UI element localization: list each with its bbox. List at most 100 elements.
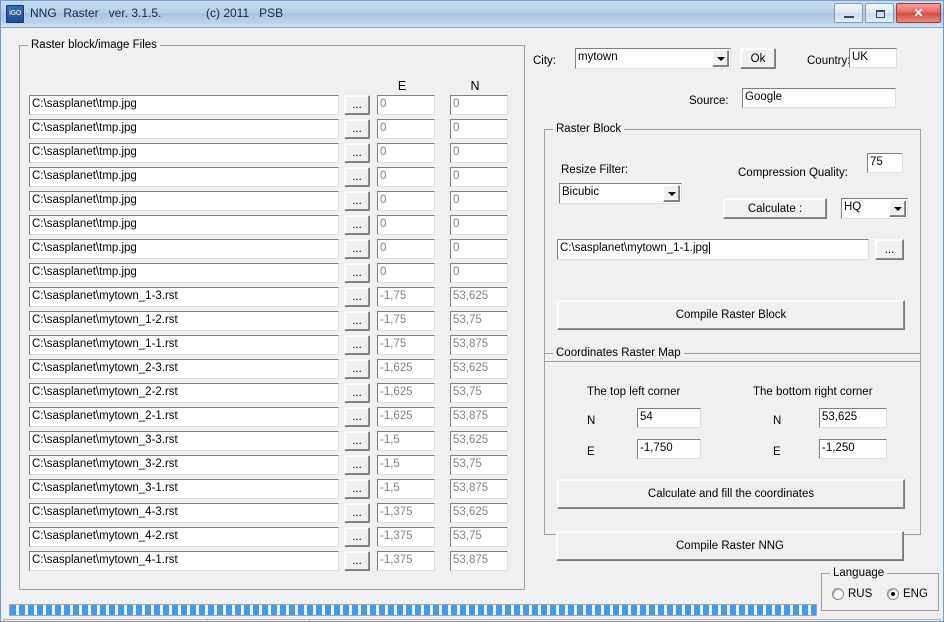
file-north-input[interactable]: 53,625	[450, 287, 508, 307]
file-east-input[interactable]: -1,5	[377, 479, 435, 499]
file-path-input[interactable]: C:\sasplanet\mytown_3-3.rst	[29, 431, 339, 451]
file-north-input[interactable]: 53,75	[450, 383, 508, 403]
file-east-input[interactable]: -1,375	[377, 551, 435, 571]
file-browse-button[interactable]: ...	[344, 215, 370, 235]
file-east-input[interactable]: 0	[377, 95, 435, 115]
bottom-right-e-input[interactable]: -1,250	[819, 439, 887, 459]
top-left-n-input[interactable]: 54	[637, 408, 701, 428]
file-browse-button[interactable]: ...	[344, 335, 370, 355]
file-north-input[interactable]: 53,625	[450, 431, 508, 451]
file-east-input[interactable]: -1,625	[377, 383, 435, 403]
file-browse-button[interactable]: ...	[344, 311, 370, 331]
file-browse-button[interactable]: ...	[344, 503, 370, 523]
file-east-input[interactable]: 0	[377, 239, 435, 259]
file-browse-button[interactable]: ...	[344, 359, 370, 379]
file-north-input[interactable]: 0	[450, 95, 508, 115]
file-browse-button[interactable]: ...	[344, 407, 370, 427]
file-north-input[interactable]: 53,875	[450, 551, 508, 571]
file-path-input[interactable]: C:\sasplanet\tmp.jpg	[29, 191, 339, 211]
file-path-input[interactable]: C:\sasplanet\mytown_4-1.rst	[29, 551, 339, 571]
maximize-button[interactable]	[865, 3, 894, 23]
file-north-input[interactable]: 0	[450, 119, 508, 139]
file-path-input[interactable]: C:\sasplanet\tmp.jpg	[29, 263, 339, 283]
file-browse-button[interactable]: ...	[344, 143, 370, 163]
file-path-input[interactable]: C:\sasplanet\tmp.jpg	[29, 167, 339, 187]
compression-quality-input[interactable]: 75	[867, 153, 903, 173]
file-browse-button[interactable]: ...	[344, 551, 370, 571]
file-path-input[interactable]: C:\sasplanet\mytown_1-1.rst	[29, 335, 339, 355]
file-north-input[interactable]: 0	[450, 263, 508, 283]
file-path-input[interactable]: C:\sasplanet\tmp.jpg	[29, 239, 339, 259]
file-browse-button[interactable]: ...	[344, 527, 370, 547]
minimize-button[interactable]	[834, 3, 863, 23]
file-east-input[interactable]: 0	[377, 143, 435, 163]
file-browse-button[interactable]: ...	[344, 479, 370, 499]
file-east-input[interactable]: -1,75	[377, 287, 435, 307]
file-north-input[interactable]: 0	[450, 191, 508, 211]
calculate-button[interactable]: Calculate :	[723, 198, 827, 219]
calculate-and-fill-button[interactable]: Calculate and fill the coordinates	[557, 479, 905, 509]
file-path-input[interactable]: C:\sasplanet\mytown_1-2.rst	[29, 311, 339, 331]
file-path-input[interactable]: C:\sasplanet\mytown_3-1.rst	[29, 479, 339, 499]
file-east-input[interactable]: -1,375	[377, 503, 435, 523]
file-east-input[interactable]: -1,5	[377, 455, 435, 475]
file-north-input[interactable]: 0	[450, 143, 508, 163]
file-north-input[interactable]: 0	[450, 239, 508, 259]
file-north-input[interactable]: 0	[450, 167, 508, 187]
file-path-input[interactable]: C:\sasplanet\mytown_1-3.rst	[29, 287, 339, 307]
compile-raster-block-button[interactable]: Compile Raster Block	[557, 300, 905, 330]
file-path-input[interactable]: C:\sasplanet\tmp.jpg	[29, 95, 339, 115]
file-north-input[interactable]: 53,625	[450, 359, 508, 379]
file-browse-button[interactable]: ...	[344, 239, 370, 259]
file-browse-button[interactable]: ...	[344, 455, 370, 475]
file-east-input[interactable]: -1,625	[377, 407, 435, 427]
file-east-input[interactable]: 0	[377, 215, 435, 235]
file-path-input[interactable]: C:\sasplanet\mytown_4-2.rst	[29, 527, 339, 547]
file-north-input[interactable]: 53,625	[450, 503, 508, 523]
file-east-input[interactable]: -1,75	[377, 335, 435, 355]
file-east-input[interactable]: 0	[377, 119, 435, 139]
file-north-input[interactable]: 53,875	[450, 335, 508, 355]
file-east-input[interactable]: 0	[377, 263, 435, 283]
file-east-input[interactable]: 0	[377, 191, 435, 211]
file-browse-button[interactable]: ...	[344, 287, 370, 307]
file-path-input[interactable]: C:\sasplanet\tmp.jpg	[29, 143, 339, 163]
file-browse-button[interactable]: ...	[344, 263, 370, 283]
file-path-input[interactable]: C:\sasplanet\mytown_2-2.rst	[29, 383, 339, 403]
chevron-down-icon[interactable]	[712, 50, 729, 67]
file-north-input[interactable]: 53,75	[450, 455, 508, 475]
file-path-input[interactable]: C:\sasplanet\mytown_4-3.rst	[29, 503, 339, 523]
ok-button[interactable]: Ok	[740, 48, 776, 69]
file-path-input[interactable]: C:\sasplanet\tmp.jpg	[29, 119, 339, 139]
file-path-input[interactable]: C:\sasplanet\tmp.jpg	[29, 215, 339, 235]
file-east-input[interactable]: 0	[377, 167, 435, 187]
chevron-down-icon[interactable]	[663, 185, 680, 202]
file-east-input[interactable]: -1,375	[377, 527, 435, 547]
bottom-right-n-input[interactable]: 53,625	[819, 408, 887, 428]
file-browse-button[interactable]: ...	[344, 431, 370, 451]
file-path-input[interactable]: C:\sasplanet\mytown_2-3.rst	[29, 359, 339, 379]
output-path-input[interactable]: C:\sasplanet\mytown_1-1.jpg	[557, 239, 869, 260]
file-north-input[interactable]: 53,875	[450, 407, 508, 427]
file-browse-button[interactable]: ...	[344, 95, 370, 115]
file-east-input[interactable]: -1,5	[377, 431, 435, 451]
file-path-input[interactable]: C:\sasplanet\mytown_2-1.rst	[29, 407, 339, 427]
resize-filter-combo[interactable]: Bicubic	[559, 183, 682, 204]
city-combo[interactable]: mytown	[575, 48, 731, 69]
quality-combo[interactable]: HQ	[841, 198, 908, 219]
file-east-input[interactable]: -1,75	[377, 311, 435, 331]
close-button[interactable]: ✕	[896, 3, 941, 23]
file-east-input[interactable]: -1,625	[377, 359, 435, 379]
source-input[interactable]: Google	[742, 88, 896, 108]
country-input[interactable]: UK	[849, 48, 897, 68]
chevron-down-icon[interactable]	[889, 200, 906, 217]
file-north-input[interactable]: 53,875	[450, 479, 508, 499]
file-browse-button[interactable]: ...	[344, 191, 370, 211]
language-radio-rus[interactable]: RUS	[832, 588, 872, 600]
file-browse-button[interactable]: ...	[344, 167, 370, 187]
file-north-input[interactable]: 0	[450, 215, 508, 235]
file-north-input[interactable]: 53,75	[450, 527, 508, 547]
top-left-e-input[interactable]: -1,750	[637, 439, 701, 459]
language-radio-eng[interactable]: ENG	[887, 588, 928, 600]
compile-raster-nng-button[interactable]: Compile Raster NNG	[556, 531, 904, 561]
